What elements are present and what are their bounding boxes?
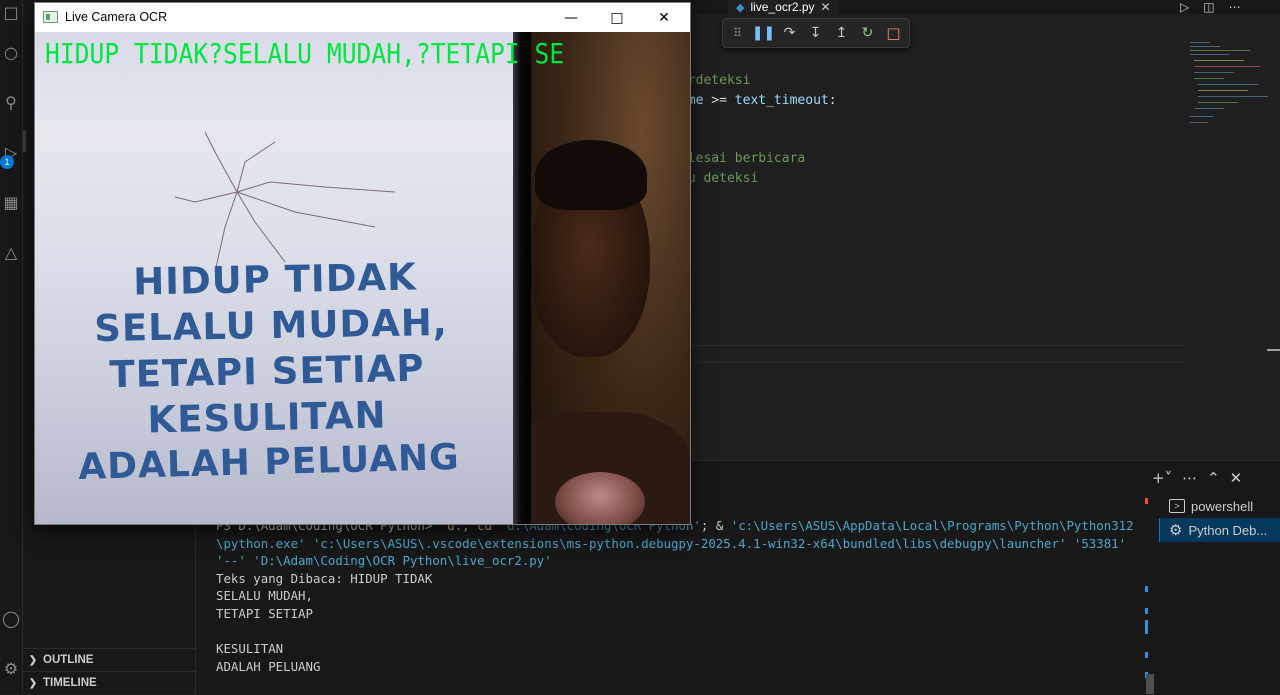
terminal-output[interactable]: PS D:\Adam\Coding\OCR Python> d:; cd 'd:… bbox=[216, 517, 1146, 675]
testing-icon[interactable]: △ bbox=[0, 240, 22, 264]
code-line[interactable]: elesai berbicara bbox=[680, 151, 805, 166]
editor-scroll-marker[interactable] bbox=[1267, 349, 1280, 351]
paper-text-line: TETAPI SETIAP bbox=[109, 346, 425, 397]
notification-badge: 1 bbox=[0, 155, 14, 169]
chevron-right-icon: ❯ bbox=[28, 654, 38, 666]
new-terminal-icon[interactable]: +˅ bbox=[1152, 469, 1172, 487]
sidebar-scroll-thumb[interactable] bbox=[23, 130, 26, 152]
window-title: Live Camera OCR bbox=[65, 10, 168, 24]
terminal-output-line: TETAPI SETIAP bbox=[216, 605, 313, 621]
terminal-command-line-3: '--' 'D:\Adam\Coding\OCR Python\live_ocr… bbox=[216, 553, 552, 569]
tab-label: live_ocr2.py bbox=[750, 0, 815, 14]
pause-icon[interactable]: ❚❚ bbox=[752, 23, 775, 43]
terminal-output-line: KESULITAN bbox=[216, 641, 284, 657]
editor-divider bbox=[690, 345, 1184, 346]
section-label: OUTLINE bbox=[43, 654, 94, 666]
extensions-icon[interactable]: ▦ bbox=[0, 190, 22, 214]
debug-toolbar: ⠿ ❚❚ ↷ ↧ ↥ ↻ □ bbox=[722, 18, 910, 48]
tab-live-ocr2[interactable]: ◆ live_ocr2.py ✕ bbox=[728, 0, 839, 14]
search-icon[interactable]: ○ bbox=[0, 40, 22, 64]
terminal-icon: > bbox=[1169, 499, 1185, 513]
sidebar-section-outline[interactable]: ❯ OUTLINE bbox=[23, 648, 195, 671]
editor-divider bbox=[690, 362, 1184, 363]
terminal-output-line: Teks yang Dibaca: HIDUP TIDAK bbox=[216, 570, 433, 586]
editor-title-actions: ▷ ◫ ⋯ bbox=[1180, 0, 1241, 14]
camera-frame: HIDUP TIDAK SELALU MUDAH, TETAPI SETIAP … bbox=[35, 32, 690, 524]
restart-icon[interactable]: ↻ bbox=[859, 23, 876, 43]
explorer-icon[interactable]: □ bbox=[0, 0, 22, 24]
stop-icon[interactable]: □ bbox=[885, 23, 902, 43]
debug-gear-icon: ⚙ bbox=[1169, 522, 1183, 539]
minimize-button[interactable]: — bbox=[548, 3, 594, 32]
source-control-icon[interactable]: ⚲ bbox=[0, 90, 22, 114]
live-camera-window[interactable]: Live Camera OCR — □ ✕ HIDUP TIDAK SELALU… bbox=[34, 2, 691, 525]
section-label: TIMELINE bbox=[43, 677, 97, 689]
terminal-output-line: SELALU MUDAH, bbox=[216, 588, 313, 604]
paper-text-line: HIDUP TIDAK bbox=[132, 255, 418, 304]
step-into-icon[interactable]: ↧ bbox=[807, 23, 824, 43]
sidebar-section-timeline[interactable]: ❯ TIMELINE bbox=[23, 671, 195, 694]
close-icon[interactable]: ✕ bbox=[821, 0, 831, 14]
activity-bar: □ ○ ⚲ ▷ 1 ▦ △ ◯ ⚙ bbox=[0, 0, 23, 694]
minimap[interactable] bbox=[1186, 38, 1268, 128]
screen-crack bbox=[175, 132, 395, 272]
terminal-session-list: > powershell ⚙ Python Deb... bbox=[1159, 494, 1280, 542]
settings-gear-icon[interactable]: ⚙ bbox=[0, 656, 22, 680]
terminal-session-powershell[interactable]: > powershell bbox=[1159, 494, 1280, 518]
terminal-command-line-2: \python.exe' 'c:\Users\ASUS\.vscode\exte… bbox=[216, 535, 1127, 551]
code-line[interactable]: ime >= text_timeout: bbox=[680, 93, 837, 108]
close-button[interactable]: ✕ bbox=[641, 3, 687, 32]
hand bbox=[555, 472, 645, 524]
step-over-icon[interactable]: ↷ bbox=[781, 23, 798, 43]
more-actions-icon[interactable]: ⋯ bbox=[1229, 0, 1241, 14]
more-actions-icon[interactable]: ⋯ bbox=[1182, 469, 1197, 487]
paper-text-line: KESULITAN bbox=[147, 393, 387, 442]
close-panel-icon[interactable]: ✕ bbox=[1230, 469, 1243, 487]
paper-text-line: SELALU MUDAH, bbox=[93, 300, 449, 351]
paper-card: HIDUP TIDAK SELALU MUDAH, TETAPI SETIAP … bbox=[35, 32, 520, 524]
chevron-right-icon: ❯ bbox=[28, 677, 38, 689]
split-editor-icon[interactable]: ◫ bbox=[1203, 0, 1214, 14]
maximize-panel-icon[interactable]: ⌃ bbox=[1207, 469, 1220, 487]
person-hair bbox=[535, 140, 647, 210]
ocr-overlay-text: HIDUP TIDAK?SELALU MUDAH,?TETAPI SE bbox=[45, 37, 565, 70]
run-icon[interactable]: ▷ bbox=[1180, 0, 1189, 14]
account-icon[interactable]: ◯ bbox=[0, 606, 22, 630]
maximize-button[interactable]: □ bbox=[594, 3, 640, 32]
step-out-icon[interactable]: ↥ bbox=[833, 23, 850, 43]
paper-text-line: ADALAH PELUANG bbox=[77, 437, 461, 488]
terminal-session-python-debug[interactable]: ⚙ Python Deb... bbox=[1159, 518, 1280, 542]
code-line[interactable]: tu deteksi bbox=[680, 171, 758, 186]
python-file-icon: ◆ bbox=[736, 1, 745, 14]
terminal-output-line: ADALAH PELUANG bbox=[216, 658, 321, 674]
app-window-icon bbox=[43, 11, 58, 23]
terminal-scrollbar[interactable] bbox=[1145, 496, 1154, 694]
panel-actions: +˅ ⋯ ⌃ ✕ bbox=[1152, 466, 1242, 490]
window-titlebar[interactable]: Live Camera OCR — □ ✕ bbox=[35, 3, 690, 32]
phone-edge bbox=[513, 32, 531, 524]
grip-icon[interactable]: ⠿ bbox=[729, 23, 746, 43]
